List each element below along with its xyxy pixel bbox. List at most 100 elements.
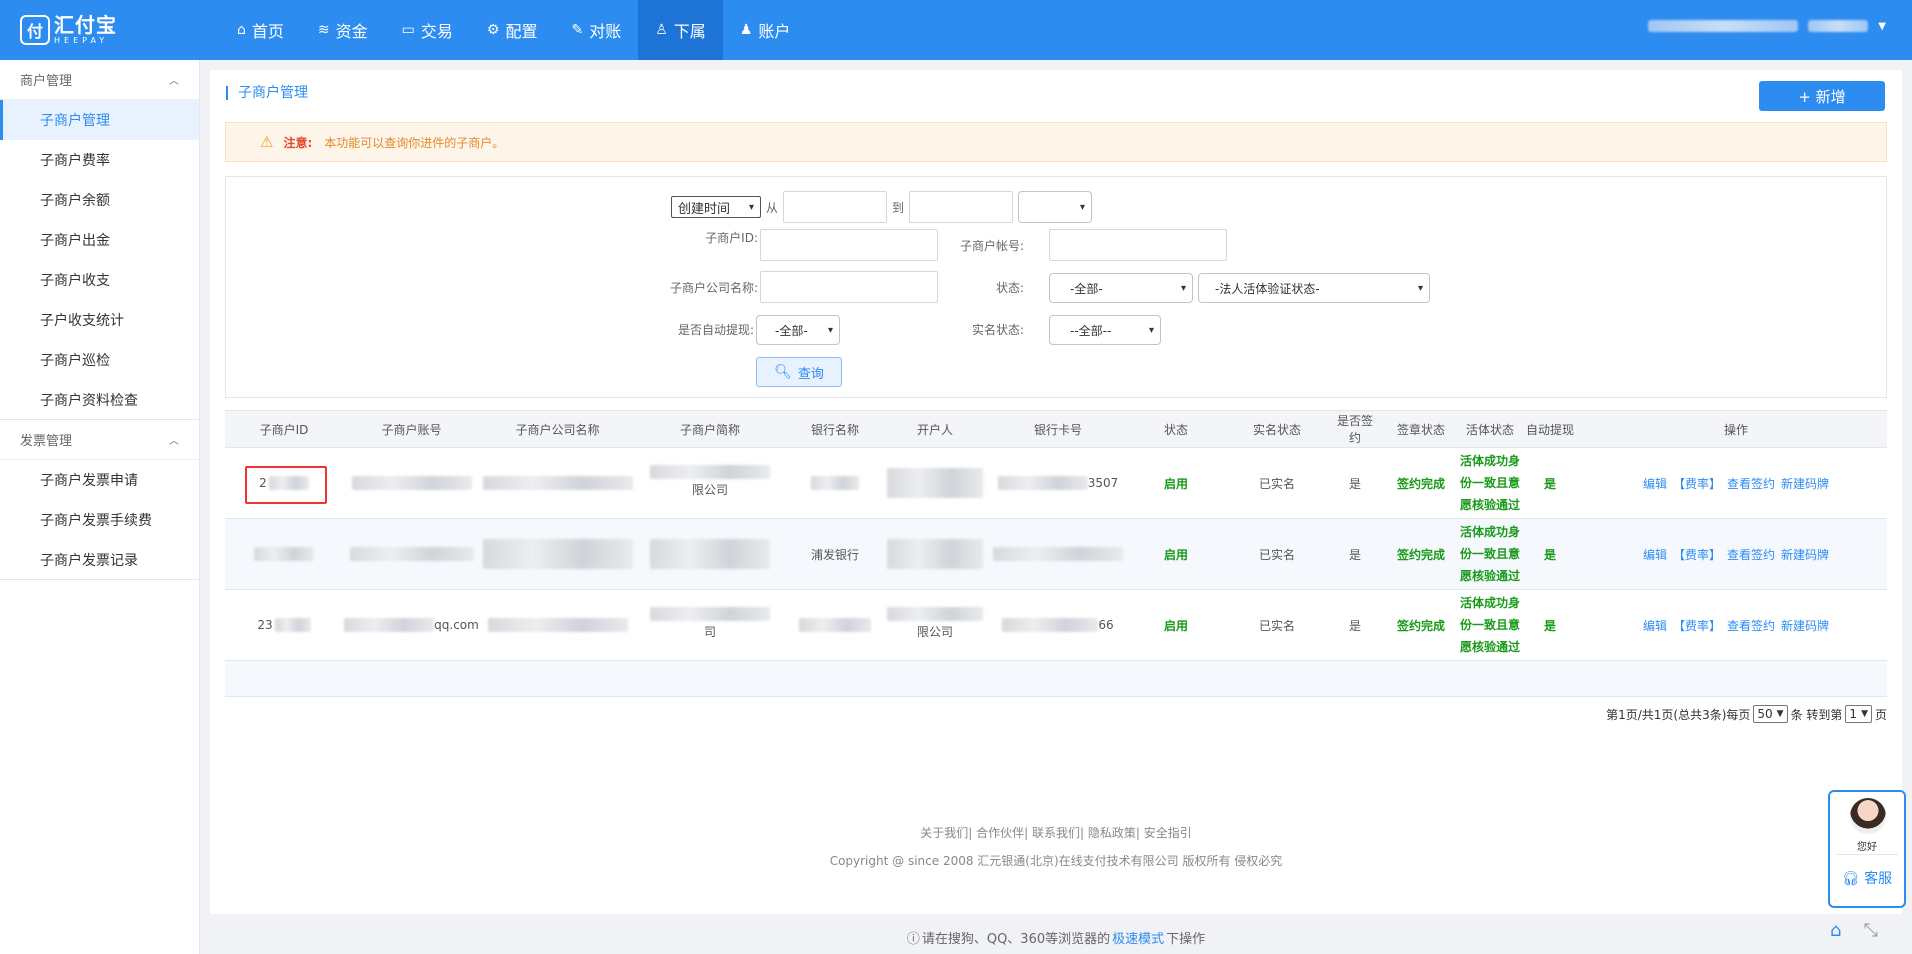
edit-link[interactable]: 编辑 <box>1643 475 1667 492</box>
sidebar-item-rate[interactable]: 子商户费率 <box>0 140 199 180</box>
view-contract-link[interactable]: 查看签约 <box>1727 475 1775 492</box>
edit-link[interactable]: 编辑 <box>1643 617 1667 634</box>
user-menu[interactable]: ▼ <box>1648 20 1886 32</box>
pager-summary: 第1页/共1页(总共3条)每页 <box>1606 707 1751 722</box>
nav-config[interactable]: ⚙ 配置 <box>470 0 555 60</box>
create-qr-link[interactable]: 新建码牌 <box>1781 617 1829 634</box>
query-button[interactable]: 🔍︎ 查询 <box>756 357 842 387</box>
col-bank: 银行名称 <box>810 422 859 437</box>
sub-account-input[interactable] <box>1049 229 1227 261</box>
cell-status: 启用 <box>1163 547 1188 562</box>
chevron-down-icon: ▾ <box>748 201 754 213</box>
sidebar-group-invoice[interactable]: 发票管理 ︿ <box>0 420 199 460</box>
table-row: 2 限公司 3507 启用 已实名 是 签约完成 活体成功身 份一致且意 愿核验通过… <box>225 448 1887 519</box>
home-icon[interactable]: ⌂ <box>1830 920 1841 941</box>
sidebar-item-income[interactable]: 子商户收支 <box>0 260 199 300</box>
cell-company <box>480 448 635 518</box>
cell-card: 66 <box>985 590 1131 660</box>
cell-seal: 签约完成 <box>1396 476 1445 491</box>
cell-actions: 编辑 【费率】 查看签约 新建码牌 <box>1585 590 1887 660</box>
sidebar-item-inspect[interactable]: 子商户巡检 <box>0 340 199 380</box>
cell-holder <box>885 519 985 589</box>
sidebar-item-invoice-apply[interactable]: 子商户发票申请 <box>0 460 199 500</box>
sub-merchant-table: 子商户ID 子商户账号 子商户公司名称 子商户简称 银行名称 开户人 银行卡号 … <box>225 410 1887 697</box>
cell-liveness: 活体成功身 份一致且意 愿核验通过 <box>1460 596 1521 654</box>
sidebar-item-withdraw[interactable]: 子商户出金 <box>0 220 199 260</box>
cell-short-name: 司 <box>635 590 785 660</box>
status-label: 状态: <box>995 281 1024 295</box>
sidebar: 商户管理 ︿ 子商户管理 子商户费率 子商户余额 子商户出金 子商户收支 子户收支… <box>0 60 200 954</box>
cell-holder <box>885 448 985 518</box>
sidebar-item-check[interactable]: 子商户资料检查 <box>0 380 199 420</box>
rate-link[interactable]: 【费率】 <box>1673 617 1721 634</box>
nav-funds[interactable]: ≋ 资金 <box>301 0 385 60</box>
create-qr-link[interactable]: 新建码牌 <box>1781 475 1829 492</box>
sidebar-item-stats[interactable]: 子户收支统计 <box>0 300 199 340</box>
auto-withdraw-select[interactable]: -全部- ▾ <box>756 315 840 345</box>
kefu-button[interactable]: 🎧︎ 客服 <box>1830 868 1904 888</box>
time-type-select[interactable]: 创建时间 ▾ <box>671 196 761 218</box>
from-label: 从 <box>766 200 779 215</box>
info-icon: ⓘ <box>906 931 920 947</box>
start-date-input[interactable] <box>783 191 888 223</box>
chevron-down-icon: ▾ <box>1417 282 1423 294</box>
cell-holder: 限公司 <box>885 590 985 660</box>
main-nav: ⌂ 首页 ≋ 资金 ▭ 交易 ⚙ 配置 ✎ 对账 ♙ 下属 ♟ 账户 <box>220 0 807 60</box>
cell-bank <box>785 448 885 518</box>
nav-trade[interactable]: ▭ 交易 <box>385 0 470 60</box>
status-select[interactable]: -全部- ▾ <box>1049 273 1193 303</box>
view-contract-link[interactable]: 查看签约 <box>1727 546 1775 563</box>
create-qr-link[interactable]: 新建码牌 <box>1781 546 1829 563</box>
sidebar-item-sub-merchant[interactable]: 子商户管理 <box>0 100 199 140</box>
edit-link[interactable]: 编辑 <box>1643 546 1667 563</box>
speed-mode-link[interactable]: 极速模式 <box>1112 928 1164 947</box>
footer-links[interactable]: 关于我们| 合作伙伴| 联系我们| 隐私政策| 安全指引 <box>210 824 1902 841</box>
realname-select[interactable]: --全部-- ▾ <box>1049 315 1161 345</box>
browser-tip: ⓘ 请在搜狗、QQ、360等浏览器的 极速模式 下操作 <box>210 920 1902 954</box>
page-size-select[interactable]: 50 ▼ <box>1753 705 1788 723</box>
user-role-redacted <box>1808 20 1869 32</box>
logo[interactable]: 付 汇付宝 HEEPAY <box>0 0 220 60</box>
add-button[interactable]: + 新增 <box>1759 81 1885 111</box>
warning-icon: ⚠ <box>260 133 274 151</box>
table-header: 子商户ID 子商户账号 子商户公司名称 子商户简称 银行名称 开户人 银行卡号 … <box>225 410 1887 448</box>
customer-service-widget[interactable]: 您好 🎧︎ 客服 <box>1828 790 1906 908</box>
nav-account[interactable]: ♟ 账户 <box>723 0 808 60</box>
col-account: 子商户账号 <box>381 422 442 437</box>
end-date-input[interactable] <box>909 191 1014 223</box>
col-auto-withdraw: 自动提现 <box>1525 422 1574 437</box>
main-panel: 子商户管理 + 新增 ⚠ 注意: 本功能可以查询你进件的子商户。 创建时间 ▾ 从… <box>210 70 1902 914</box>
user-outline-icon: ♙ <box>655 22 668 38</box>
collapse-icon[interactable]: ⤡ <box>1863 920 1877 941</box>
rate-link[interactable]: 【费率】 <box>1673 546 1721 563</box>
search-icon: 🔍︎ <box>774 364 792 380</box>
top-navbar: 付 汇付宝 HEEPAY ⌂ 首页 ≋ 资金 ▭ 交易 ⚙ 配置 ✎ 对账 ♙ 下属 ♟ 账户… <box>0 0 1912 60</box>
cell-company <box>480 519 635 589</box>
cell-realname: 已实名 <box>1258 547 1295 562</box>
cell-account <box>343 448 480 518</box>
sidebar-group-merchant[interactable]: 商户管理 ︿ <box>0 60 199 100</box>
rate-link[interactable]: 【费率】 <box>1673 475 1721 492</box>
sidebar-item-balance[interactable]: 子商户余额 <box>0 180 199 220</box>
cell-status: 启用 <box>1163 476 1188 491</box>
cell-seal: 签约完成 <box>1396 547 1445 562</box>
chevron-down-icon: ▾ <box>1148 324 1154 336</box>
nav-subordinate[interactable]: ♙ 下属 <box>638 0 723 60</box>
nav-reconcile[interactable]: ✎ 对账 <box>554 0 638 60</box>
page-jump-select[interactable]: 1 ▼ <box>1845 705 1872 723</box>
nav-home[interactable]: ⌂ 首页 <box>220 0 301 60</box>
pager-suffix: 页 <box>1874 707 1887 722</box>
notice-message: 本功能可以查询你进件的子商户。 <box>324 135 505 150</box>
cell-realname: 已实名 <box>1258 618 1295 633</box>
logo-mark: 付 <box>20 15 50 45</box>
sidebar-item-invoice-fee[interactable]: 子商户发票手续费 <box>0 500 199 540</box>
chevron-up-icon: ︿ <box>169 436 179 447</box>
coins-icon: ≋ <box>317 22 330 38</box>
sidebar-item-invoice-record[interactable]: 子商户发票记录 <box>0 540 199 580</box>
view-contract-link[interactable]: 查看签约 <box>1727 617 1775 634</box>
date-range-select[interactable]: ▾ <box>1018 191 1093 223</box>
cell-auto-withdraw: 是 <box>1543 476 1556 491</box>
liveness-status-select[interactable]: -法人活体验证状态- ▾ <box>1198 273 1430 303</box>
edit-icon: ✎ <box>571 22 584 38</box>
notice-label: 注意: <box>283 135 313 150</box>
